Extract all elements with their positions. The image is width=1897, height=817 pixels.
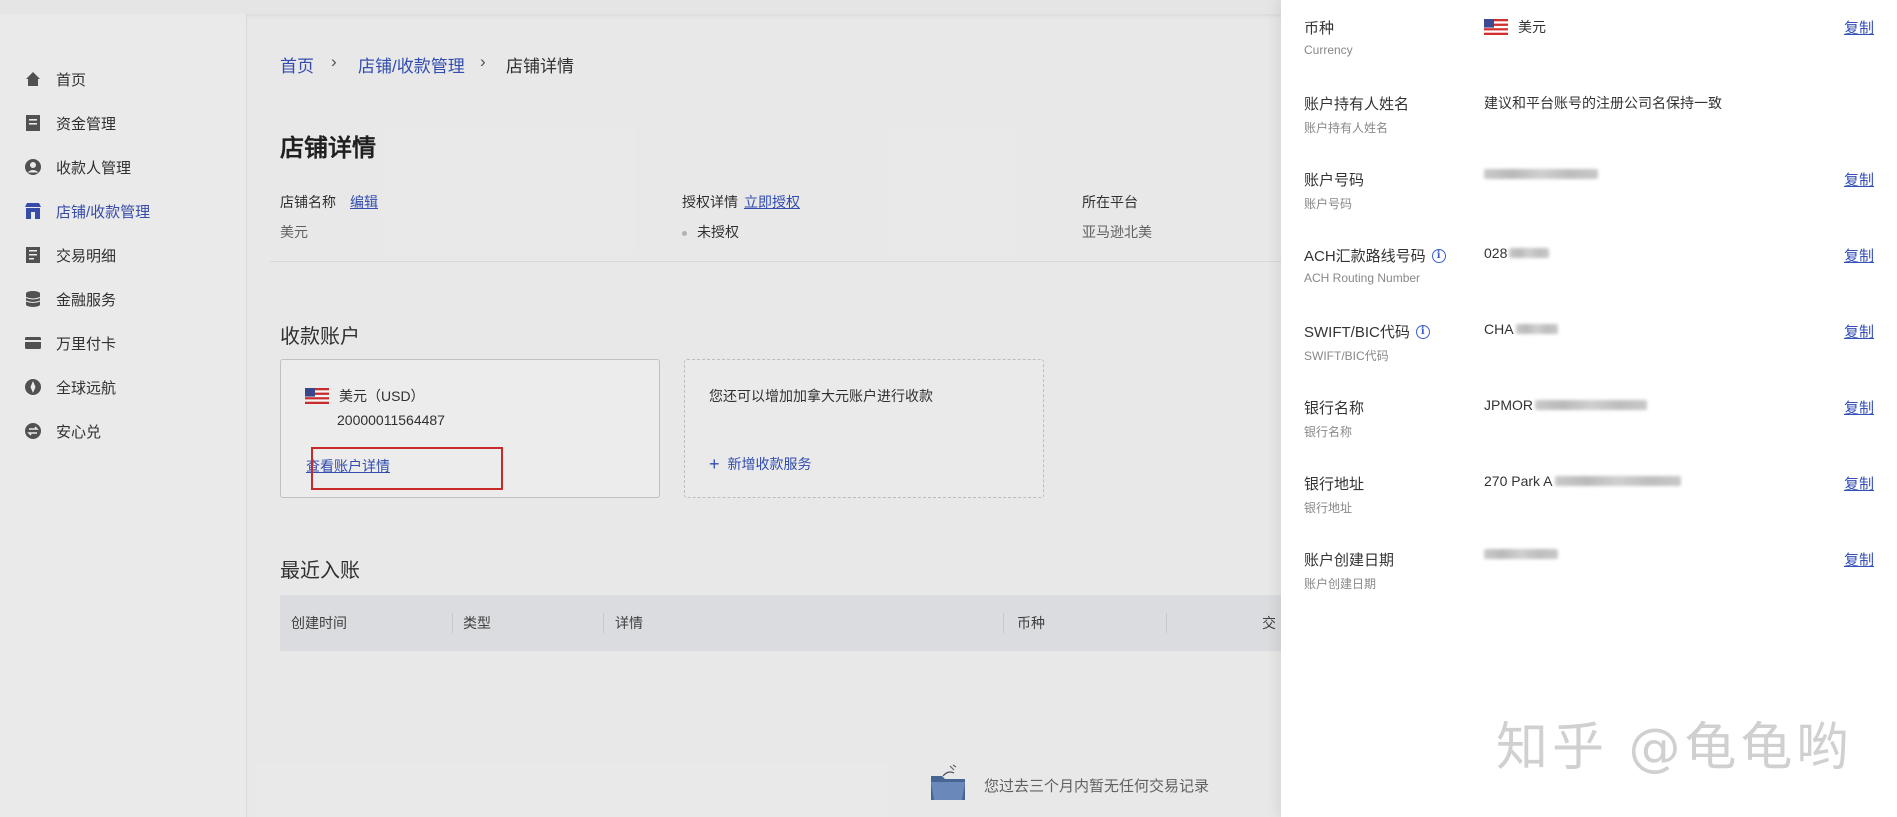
copy-button[interactable]: 复制	[1844, 17, 1874, 38]
row-value-text: 028	[1484, 245, 1508, 261]
redacted-value	[1535, 400, 1647, 410]
us-flag-icon	[1484, 19, 1508, 35]
copy-button[interactable]: 复制	[1844, 473, 1874, 494]
row-label: 账户持有人姓名	[1304, 96, 1410, 113]
detail-row-ach-routing: ACH汇款路线号码 i ACH Routing Number 028 复制	[1304, 245, 1874, 305]
redacted-value	[1509, 248, 1550, 258]
detail-row-bank-name: 银行名称 银行名称 JPMOR 复制	[1304, 397, 1874, 457]
row-value	[1484, 549, 1558, 559]
account-detail-drawer: 币种 Currency 美元 复制 账户持有人姓名 账户持有人姓名 建议和平台账…	[1281, 0, 1897, 817]
row-label: 银行地址	[1304, 476, 1365, 493]
currency-value: 美元	[1518, 19, 1546, 35]
row-label: 银行名称	[1304, 400, 1365, 417]
row-label-text: SWIFT/BIC代码	[1304, 324, 1410, 341]
row-value	[1484, 169, 1598, 179]
row-value-text: JPMOR	[1484, 397, 1533, 413]
row-label: 币种	[1304, 20, 1335, 37]
copy-button[interactable]: 复制	[1844, 169, 1874, 190]
info-icon[interactable]: i	[1415, 324, 1430, 339]
detail-row-bank-address: 银行地址 银行地址 270 Park A 复制	[1304, 473, 1874, 533]
detail-row-currency: 币种 Currency 美元 复制	[1304, 17, 1874, 77]
row-value-text: 270 Park A	[1484, 473, 1553, 489]
row-label: SWIFT/BIC代码 i	[1304, 321, 1430, 342]
copy-button[interactable]: 复制	[1844, 397, 1874, 418]
row-value: 028	[1484, 245, 1550, 261]
redacted-value	[1484, 549, 1558, 559]
row-value: 建议和平台账号的注册公司名保持一致	[1484, 95, 1722, 111]
detail-row-created-date: 账户创建日期 账户创建日期 复制	[1304, 549, 1874, 609]
row-sublabel: SWIFT/BIC代码	[1304, 349, 1389, 363]
redacted-value	[1554, 476, 1681, 486]
row-value-text: CHA	[1484, 321, 1514, 337]
row-label: ACH汇款路线号码 i	[1304, 245, 1446, 266]
copy-button[interactable]: 复制	[1844, 245, 1874, 266]
row-sublabel: ACH Routing Number	[1304, 271, 1421, 285]
copy-button[interactable]: 复制	[1844, 549, 1874, 570]
detail-row-holder-name: 账户持有人姓名 账户持有人姓名 建议和平台账号的注册公司名保持一致	[1304, 93, 1874, 153]
copy-button[interactable]: 复制	[1844, 321, 1874, 342]
watermark: 知乎 @龟龟哟	[1496, 718, 1853, 778]
row-value: 270 Park A	[1484, 473, 1681, 489]
info-icon[interactable]: i	[1431, 248, 1446, 263]
row-sublabel: 银行地址	[1304, 501, 1353, 515]
redacted-value	[1484, 169, 1598, 179]
row-sublabel: 账户号码	[1304, 197, 1353, 211]
row-sublabel: 账户持有人姓名	[1304, 121, 1389, 135]
row-label: 账户创建日期	[1304, 552, 1395, 569]
row-value: CHA	[1484, 321, 1558, 337]
row-label-text: ACH汇款路线号码	[1304, 248, 1426, 265]
row-sublabel: Currency	[1304, 43, 1353, 57]
row-value: JPMOR	[1484, 397, 1647, 413]
row-sublabel: 账户创建日期	[1304, 577, 1377, 591]
redacted-value	[1515, 324, 1558, 334]
row-value: 美元	[1484, 17, 1546, 37]
detail-row-swift: SWIFT/BIC代码 i SWIFT/BIC代码 CHA 复制	[1304, 321, 1874, 381]
row-sublabel: 银行名称	[1304, 425, 1353, 439]
detail-row-account-number: 账户号码 账户号码 复制	[1304, 169, 1874, 229]
row-label: 账户号码	[1304, 172, 1365, 189]
